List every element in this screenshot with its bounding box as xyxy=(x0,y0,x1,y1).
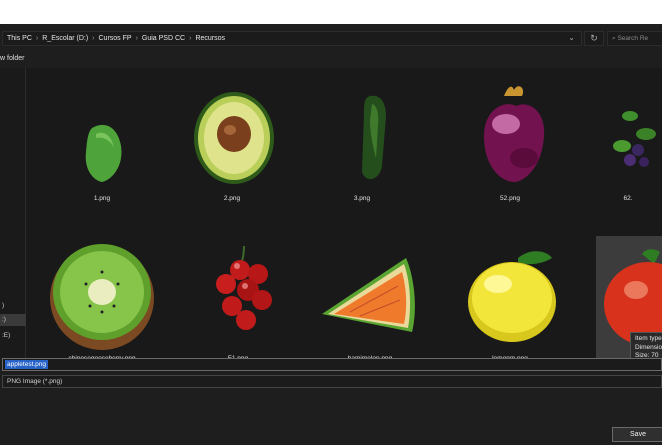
file-name: 2.png xyxy=(223,195,241,202)
address-bar: This PC › R_Escolar (D:) › Cursos FP › G… xyxy=(0,27,662,49)
save-button[interactable]: Save xyxy=(612,427,662,442)
dialog-footer: appletest.png PNG Image (*.png) Save xyxy=(0,358,662,445)
file-name: 1.png xyxy=(93,195,111,202)
nav-item[interactable]: :E) xyxy=(0,330,26,342)
tooltip-line: Item type xyxy=(635,335,662,342)
chevron-right-icon: › xyxy=(92,35,95,42)
tooltip-line: Dimensio xyxy=(635,343,662,351)
navigation-pane[interactable]: ) :) :E) xyxy=(0,68,26,382)
breadcrumb-this-pc[interactable]: This PC xyxy=(7,35,32,42)
breadcrumb-drive[interactable]: R_Escolar (D:) xyxy=(42,35,88,42)
toolbar: w folder xyxy=(0,52,662,68)
new-folder-button[interactable]: w folder xyxy=(0,55,25,62)
file-tile[interactable]: 52.png xyxy=(448,72,572,208)
search-input[interactable]: ⌕ Search Re xyxy=(607,31,662,46)
file-name: 52.png xyxy=(500,195,520,202)
file-tile[interactable]: chinesegooseberry.png xyxy=(40,232,164,368)
file-thumbnail xyxy=(176,76,288,190)
breadcrumb[interactable]: This PC › R_Escolar (D:) › Cursos FP › G… xyxy=(2,31,582,46)
file-thumbnail xyxy=(454,236,566,350)
chevron-right-icon: › xyxy=(189,35,192,42)
save-dialog-window: This PC › R_Escolar (D:) › Cursos FP › G… xyxy=(0,24,662,445)
breadcrumb-cursos[interactable]: Cursos FP xyxy=(99,35,132,42)
file-tile[interactable]: 1.png xyxy=(40,72,164,208)
chevron-right-icon: › xyxy=(35,35,39,42)
file-name: 62. xyxy=(623,195,633,202)
file-grid: 1.png 2.png 3.png 52.png 62. Item type D… xyxy=(26,68,662,382)
nav-item[interactable]: ) xyxy=(0,300,26,312)
breadcrumb-recursos[interactable]: Recursos xyxy=(195,35,225,42)
file-tile[interactable]: 2.png xyxy=(170,72,294,208)
file-tile[interactable]: 3.png xyxy=(300,72,424,208)
file-thumbnail xyxy=(306,76,418,190)
refresh-icon: ↻ xyxy=(590,33,598,43)
nav-item-selected[interactable]: :) xyxy=(0,314,26,326)
file-tile[interactable]: F1.png xyxy=(176,232,300,368)
file-thumbnail xyxy=(46,76,158,190)
refresh-button[interactable]: ↻ xyxy=(584,31,604,46)
file-thumbnail xyxy=(46,236,158,350)
chevron-right-icon: › xyxy=(135,35,138,42)
search-placeholder: Search Re xyxy=(617,35,649,42)
chevron-down-icon[interactable]: ⌄ xyxy=(568,33,575,42)
filename-field[interactable]: appletest.png xyxy=(2,358,662,371)
file-thumbnail xyxy=(314,236,426,350)
file-tile[interactable]: hamimelon.png xyxy=(308,232,432,368)
file-tile[interactable]: 62. xyxy=(594,72,662,208)
filename-value: appletest.png xyxy=(5,360,49,369)
file-thumbnail xyxy=(182,236,294,350)
filetype-select[interactable]: PNG Image (*.png) xyxy=(2,375,662,388)
file-name: 3.png xyxy=(353,195,371,202)
file-thumbnail xyxy=(454,76,566,190)
file-tile[interactable]: lemonm.png xyxy=(448,232,572,368)
file-thumbnail xyxy=(600,76,662,190)
breadcrumb-guia[interactable]: Guia PSD CC xyxy=(142,35,185,42)
